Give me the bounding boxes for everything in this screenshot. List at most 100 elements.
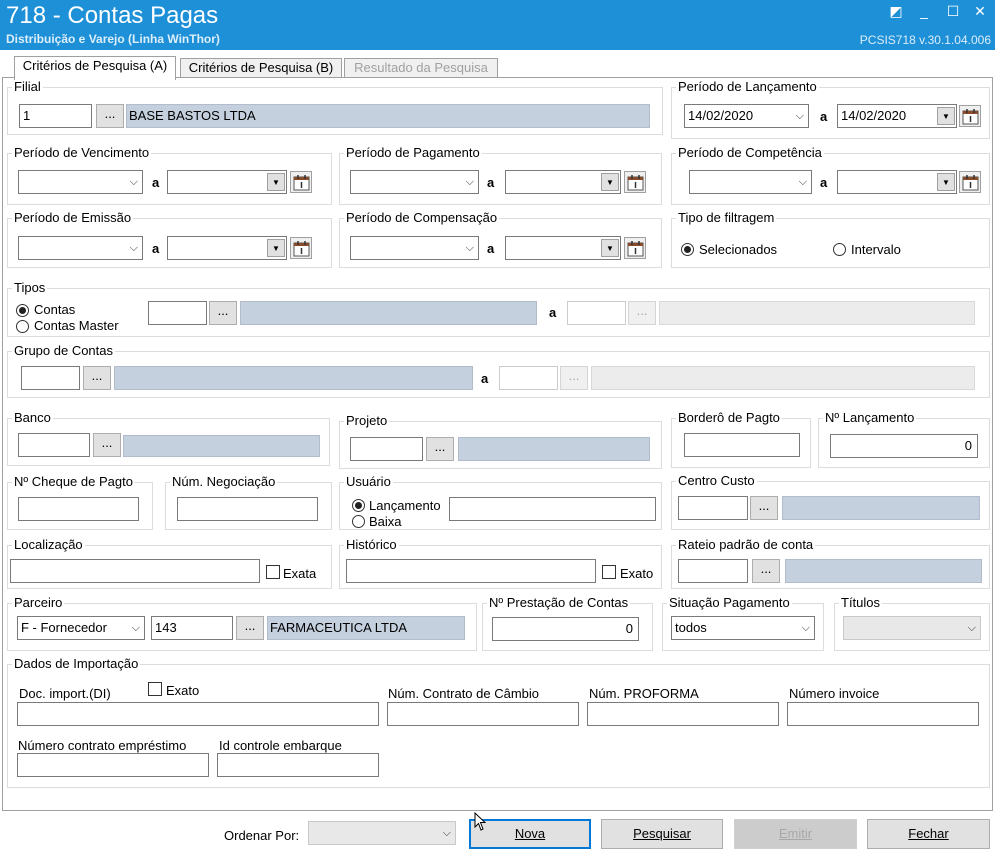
- banco-code-input[interactable]: [18, 433, 90, 457]
- tipos-from-search-button[interactable]: ...: [209, 301, 237, 325]
- banco-search-button[interactable]: ...: [93, 433, 121, 457]
- maximize-icon[interactable]: ☐: [945, 3, 961, 19]
- periodo-lancamento-label: Período de Lançamento: [676, 79, 819, 95]
- chevron-down-icon: ⌵: [465, 242, 474, 254]
- situacao-select[interactable]: todos ⌵: [671, 616, 815, 640]
- periodo-vencimento-label: Período de Vencimento: [12, 145, 152, 161]
- historico-input[interactable]: [346, 559, 596, 583]
- tab-criterios-b[interactable]: Critérios de Pesquisa (B): [180, 58, 342, 78]
- tipos-to-search-button[interactable]: ...: [628, 301, 656, 325]
- pagamento-to-date[interactable]: ▼: [505, 170, 621, 194]
- grupo-from-search-button[interactable]: ...: [83, 366, 111, 390]
- historico-exato-checkbox[interactable]: [602, 565, 616, 579]
- bordero-input[interactable]: [684, 433, 800, 457]
- intervalo-radio[interactable]: [833, 243, 846, 256]
- contas-label: Contas: [34, 302, 76, 317]
- calendar-icon[interactable]: [959, 105, 981, 127]
- fechar-button[interactable]: Fechar: [867, 819, 990, 849]
- grupo-to-search-button[interactable]: ...: [560, 366, 588, 390]
- rateio-code-input[interactable]: [678, 559, 748, 583]
- parceiro-tipo-select[interactable]: F - Fornecedor ⌵: [17, 616, 145, 640]
- close-icon[interactable]: ✕: [972, 3, 988, 19]
- calendar-icon[interactable]: [624, 237, 646, 259]
- num-negociacao-label: Núm. Negociação: [170, 474, 278, 490]
- lancamento-radio[interactable]: [352, 499, 365, 512]
- tab-criterios-a[interactable]: Critérios de Pesquisa (A): [14, 56, 176, 80]
- localizacao-input[interactable]: [10, 559, 260, 583]
- emissao-to-date[interactable]: ▼: [167, 236, 287, 260]
- lancamento-from-date[interactable]: 14/02/2020 ⌵: [684, 104, 809, 128]
- bottom-bar: Ordenar Por: ⌵ Nova Pesquisar Emitir Fec…: [0, 811, 995, 856]
- proforma-input[interactable]: [587, 702, 779, 726]
- usuario-input[interactable]: [449, 497, 656, 521]
- periodo-pagamento-label: Período de Pagamento: [344, 145, 482, 161]
- num-negociacao-input[interactable]: [177, 497, 318, 521]
- selecionados-radio[interactable]: [681, 243, 694, 256]
- chevron-down-icon: ⌵: [967, 622, 976, 634]
- projeto-code-input[interactable]: [350, 437, 423, 461]
- dropdown-arrow-icon: ▼: [267, 239, 285, 257]
- range-separator: a: [820, 175, 828, 190]
- dropdown-arrow-icon: ▼: [267, 173, 285, 191]
- vencimento-to-date[interactable]: ▼: [167, 170, 287, 194]
- restore-icon[interactable]: ◩: [888, 3, 904, 19]
- contrato-emprestimo-input[interactable]: [17, 753, 209, 777]
- invoice-input[interactable]: [787, 702, 979, 726]
- contrato-cambio-input[interactable]: [387, 702, 579, 726]
- competencia-to-date[interactable]: ▼: [837, 170, 957, 194]
- tab-resultado[interactable]: Resultado da Pesquisa: [344, 58, 498, 78]
- emissao-from-date[interactable]: ⌵: [18, 236, 143, 260]
- dropdown-arrow-icon: ▼: [937, 107, 955, 125]
- periodo-compensacao-label: Período de Compensação: [344, 210, 500, 226]
- calendar-icon[interactable]: [290, 171, 312, 193]
- parceiro-code-input[interactable]: 143: [151, 616, 233, 640]
- emitir-label: Emitir: [778, 826, 813, 841]
- centro-custo-label: Centro Custo: [676, 473, 757, 489]
- competencia-from-date[interactable]: ⌵: [689, 170, 812, 194]
- proforma-label: Núm. PROFORMA: [589, 686, 699, 701]
- contas-master-label: Contas Master: [34, 318, 119, 333]
- tipos-from-code-input[interactable]: [148, 301, 207, 325]
- n-cheque-input[interactable]: [18, 497, 139, 521]
- filial-code-input[interactable]: 1: [19, 104, 92, 128]
- vencimento-from-date[interactable]: ⌵: [18, 170, 143, 194]
- minimize-icon[interactable]: _: [916, 3, 932, 19]
- baixa-radio[interactable]: [352, 515, 365, 528]
- calendar-icon[interactable]: [624, 171, 646, 193]
- tipos-from-name: [240, 301, 537, 325]
- projeto-search-button[interactable]: ...: [426, 437, 454, 461]
- emitir-button[interactable]: Emitir: [734, 819, 857, 849]
- titulos-select[interactable]: ⌵: [843, 616, 981, 640]
- pagamento-from-date[interactable]: ⌵: [350, 170, 479, 194]
- grupo-to-code-input[interactable]: [499, 366, 558, 390]
- doc-import-input[interactable]: [17, 702, 379, 726]
- contas-radio[interactable]: [16, 304, 29, 317]
- bordero-label: Borderô de Pagto: [676, 410, 782, 426]
- n-prestacao-input[interactable]: 0: [492, 617, 639, 641]
- parceiro-search-button[interactable]: ...: [236, 616, 264, 640]
- grupo-contas-label: Grupo de Contas: [12, 343, 116, 359]
- ordenar-select[interactable]: ⌵: [308, 821, 456, 845]
- filial-search-button[interactable]: ...: [96, 104, 124, 128]
- parceiro-name: FARMACEUTICA LTDA: [267, 616, 465, 640]
- pesquisar-label: Pesquisar: [633, 826, 691, 841]
- intervalo-label: Intervalo: [851, 242, 901, 257]
- embarque-input[interactable]: [217, 753, 379, 777]
- tipos-to-code-input[interactable]: [567, 301, 626, 325]
- localizacao-exata-checkbox[interactable]: [266, 565, 280, 579]
- contas-master-radio[interactable]: [16, 320, 29, 333]
- n-lancamento-input[interactable]: 0: [830, 434, 978, 458]
- calendar-icon[interactable]: [959, 171, 981, 193]
- doc-import-exato-checkbox[interactable]: [148, 682, 162, 696]
- compensacao-to-date[interactable]: ▼: [505, 236, 621, 260]
- centro-custo-search-button[interactable]: ...: [750, 496, 778, 520]
- lancamento-to-date[interactable]: 14/02/2020 ▼: [837, 104, 957, 128]
- calendar-icon[interactable]: [290, 237, 312, 259]
- grupo-from-code-input[interactable]: [21, 366, 80, 390]
- centro-custo-code-input[interactable]: [678, 496, 748, 520]
- compensacao-from-date[interactable]: ⌵: [350, 236, 479, 260]
- pesquisar-button[interactable]: Pesquisar: [601, 819, 723, 849]
- tipos-to-name: [659, 301, 975, 325]
- rateio-search-button[interactable]: ...: [752, 559, 780, 583]
- banco-name: [123, 435, 320, 457]
